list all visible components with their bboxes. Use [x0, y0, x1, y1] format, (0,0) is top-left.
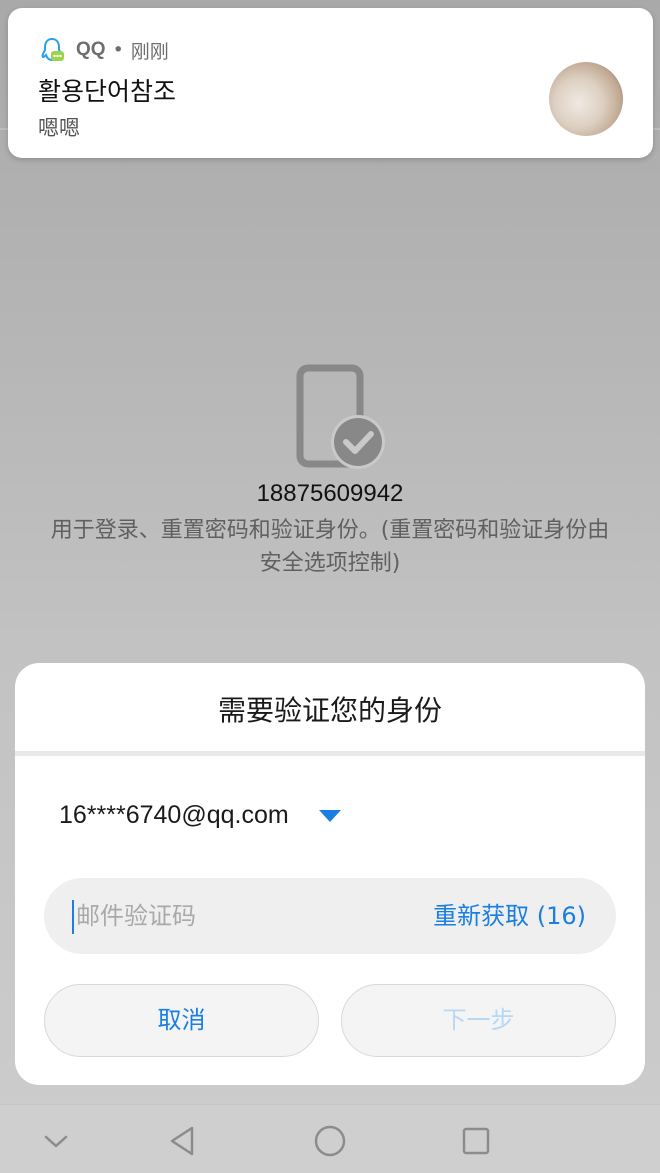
email-selector[interactable]: 16****6740@qq.com	[59, 801, 341, 830]
chevron-down-icon[interactable]	[36, 1121, 76, 1161]
email-code-field[interactable]: 重新获取 (16)	[44, 878, 616, 954]
email-address[interactable]: 16****6740@qq.com	[59, 801, 289, 830]
dialog-divider	[15, 751, 645, 756]
notification-header: QQ • 刚刚	[38, 36, 169, 64]
phone-description: 用于登录、重置密码和验证身份。(重置密码和验证身份由安全选项控制)	[50, 518, 610, 576]
qq-app-icon	[41, 37, 64, 62]
dialog-title: 需要验证您的身份	[217, 694, 442, 727]
back-triangle-icon[interactable]	[163, 1121, 203, 1161]
resend-code-button[interactable]: 重新获取 (16)	[433, 878, 586, 954]
verify-identity-dialog: 需要验证您的身份 16****6740@qq.com 重新获取 (16) 取消 …	[15, 663, 645, 1085]
notification-title: 활용단어참조	[38, 77, 177, 106]
email-code-input[interactable]	[76, 878, 406, 954]
notification-app-name: QQ	[76, 39, 106, 60]
phone-verified-icon	[296, 364, 385, 469]
dropdown-triangle-icon[interactable]	[318, 809, 341, 822]
notification-body: 嗯嗯	[38, 116, 80, 140]
notification-card[interactable]: QQ • 刚刚 활용단어참조 嗯嗯	[8, 8, 653, 158]
notification-avatar	[549, 62, 623, 136]
notification-separator: •	[112, 39, 124, 61]
phone-number: 18875609942	[256, 480, 404, 507]
home-circle-icon[interactable]	[310, 1121, 350, 1161]
text-cursor	[72, 900, 74, 934]
recents-square-icon[interactable]	[456, 1121, 496, 1161]
next-step-button[interactable]: 下一步	[341, 984, 616, 1057]
system-navigation-bar	[0, 1104, 660, 1173]
notification-time: 刚刚	[130, 40, 169, 63]
cancel-button[interactable]: 取消	[44, 984, 319, 1057]
